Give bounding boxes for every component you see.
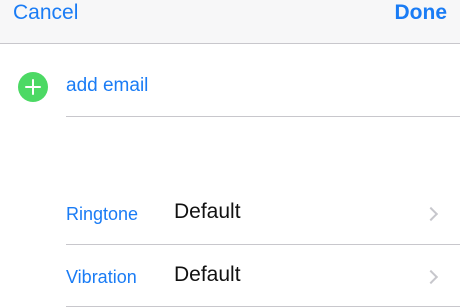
ringtone-value: Default [174,200,241,223]
ringtone-label: Ringtone [66,204,139,224]
done-button[interactable]: Done [395,0,448,26]
chevron-right-icon [423,206,439,222]
add-email-row[interactable]: add email [0,62,460,116]
separator [66,116,460,117]
vibration-label: Vibration [66,267,137,287]
chevron-right-icon [423,269,439,285]
cancel-button[interactable]: Cancel [13,0,78,26]
vibration-row[interactable]: Vibration Default [0,245,460,307]
navigation-bar: Cancel Done [0,0,460,44]
vibration-value: Default [174,263,241,286]
ringtone-row[interactable]: Ringtone Default [0,182,460,244]
add-email-label: add email [66,75,149,96]
plus-circle-icon[interactable] [18,72,48,102]
